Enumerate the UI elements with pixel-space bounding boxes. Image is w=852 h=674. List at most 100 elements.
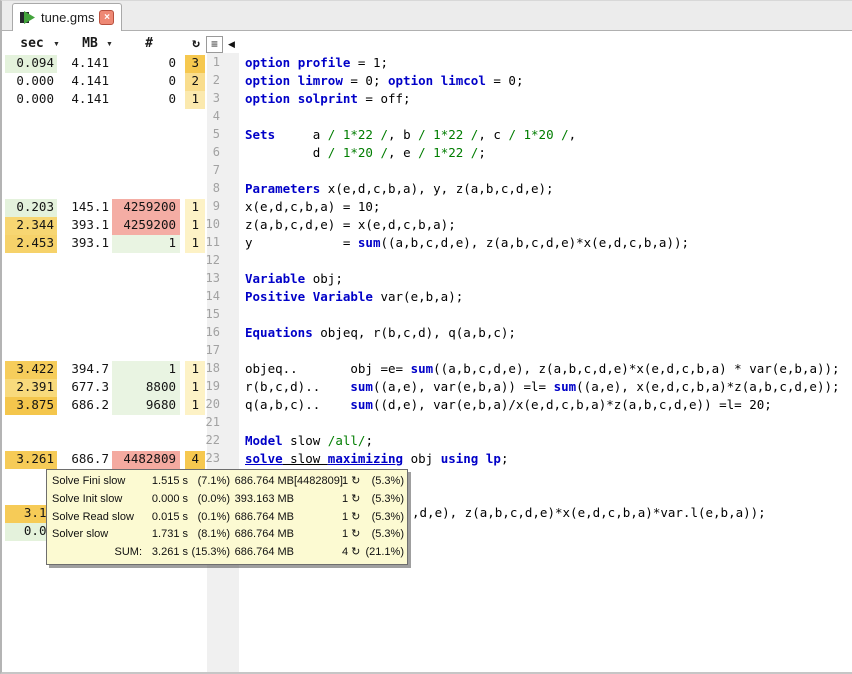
- tooltip-count: [4482809]: [294, 473, 342, 491]
- code-line-11: y = sum((a,b,c,d,e), z(a,b,c,d,e)*x(e,d,…: [245, 235, 689, 253]
- code-token: option: [388, 73, 433, 88]
- tab-tune-gms[interactable]: tune.gms ×: [12, 3, 122, 31]
- mb-cell-line-3: 4.141: [60, 91, 110, 109]
- code-token: Equations: [245, 325, 313, 340]
- code-token: ;: [501, 451, 509, 466]
- tooltip-memory: 686.764 MB: [230, 526, 294, 544]
- code-token: y =: [245, 235, 358, 250]
- loop-count-icon[interactable]: ↻: [187, 35, 205, 53]
- mb-sort-dropdown-icon[interactable]: ▼: [106, 40, 113, 50]
- code-line-23: solve slow maximizing obj using lp;: [245, 451, 508, 469]
- code-token: maximizing: [328, 451, 403, 466]
- code-line-9: x(e,d,c,b,a) = 10;: [245, 199, 380, 217]
- code-token: [290, 73, 298, 88]
- line-number-11: 11: [188, 235, 220, 253]
- count-cell-line-10: 4259200: [112, 217, 180, 235]
- count-cell-line-11: 1: [112, 235, 180, 253]
- column-header-mb[interactable]: MB: [70, 35, 110, 53]
- code-line-3: option solprint = off;: [245, 91, 411, 109]
- code-token: / 1*22 /: [328, 127, 388, 142]
- code-token: [478, 451, 486, 466]
- line-number-14: 14: [188, 289, 220, 307]
- tooltip-memory: 393.163 MB: [230, 491, 294, 509]
- code-token: = 0;: [343, 73, 388, 88]
- hamburger-icon: ≡: [211, 37, 218, 51]
- code-token: ;: [365, 433, 373, 448]
- code-token: objeq.. obj =e=: [245, 361, 411, 376]
- tooltip-phase-name: SUM:: [52, 544, 142, 562]
- gams-studio-window: tune.gms × sec ▼ MB ▼ # ↻ ≡ ◀ 0.0944.141…: [0, 0, 852, 674]
- code-line-16: Equations objeq, r(b,c,d), q(a,b,c);: [245, 325, 516, 343]
- tooltip-time: 0.000 s: [142, 491, 188, 509]
- tooltip-row: Solver slow1.731 s(8.1%)686.764 MB1 ↻(5.…: [52, 526, 402, 544]
- code-token: ((a,b,c,d,e), z(a,b,c,d,e)*x(e,d,c,b,a))…: [380, 235, 689, 250]
- code-token: obj;: [305, 271, 343, 286]
- mb-cell-line-19: 677.3: [60, 379, 110, 397]
- code-token: = 0;: [486, 73, 524, 88]
- code-token: , e: [388, 145, 418, 160]
- line-number-23: 23: [188, 451, 220, 469]
- line-number-2: 2: [188, 73, 220, 91]
- mb-cell-line-20: 686.2: [60, 397, 110, 415]
- code-line-20: q(a,b,c).. sum((d,e), var(e,b,a)/x(e,d,c…: [245, 397, 772, 415]
- collapse-panel-icon[interactable]: ◀: [228, 39, 235, 50]
- mb-cell-line-1: 4.141: [60, 55, 110, 73]
- code-token: using: [441, 451, 479, 466]
- code-token: , b: [388, 127, 418, 142]
- gams-file-icon: [20, 10, 36, 25]
- column-header-sec[interactable]: sec: [12, 35, 52, 53]
- code-token: / 1*20 /: [328, 145, 388, 160]
- tooltip-count: [294, 491, 342, 509]
- tooltip-phase-name: Solve Init slow: [52, 491, 142, 509]
- profiler-menu-button[interactable]: ≡: [206, 36, 223, 53]
- line-number-20: 20: [188, 397, 220, 415]
- column-header-count[interactable]: #: [141, 35, 157, 53]
- line-number-17: 17: [188, 343, 220, 361]
- code-token: sum: [350, 379, 373, 394]
- tooltip-phase-name: Solver slow: [52, 526, 142, 544]
- code-token: [433, 73, 441, 88]
- line-number-19: 19: [188, 379, 220, 397]
- tooltip-time-percent: (0.1%): [188, 509, 230, 527]
- code-token: x(e,d,c,b,a), y, z(a,b,c,d,e);: [320, 181, 553, 196]
- tooltip-time-percent: (15.3%): [188, 544, 230, 562]
- code-token: option: [245, 55, 290, 70]
- code-line-18: objeq.. obj =e= sum((a,b,c,d,e), z(a,b,c…: [245, 361, 840, 379]
- tooltip-row: Solve Fini slow1.515 s(7.1%)686.764 MB[4…: [52, 473, 402, 491]
- code-token: profile: [298, 55, 351, 70]
- tooltip-row: SUM:3.261 s(15.3%)686.764 MB4 ↻(21.1%): [52, 544, 402, 562]
- sec-sort-dropdown-icon[interactable]: ▼: [53, 40, 60, 50]
- count-cell-line-23: 4482809: [112, 451, 180, 469]
- tooltip-rows: Solve Fini slow1.515 s(7.1%)686.764 MB[4…: [52, 473, 402, 562]
- sec-cell-line-20: 3.875: [5, 397, 57, 415]
- sec-cell-line-1: 0.094: [5, 55, 57, 73]
- code-token: a: [275, 127, 328, 142]
- code-token: d: [245, 145, 328, 160]
- count-cell-line-2: 0: [112, 73, 180, 91]
- code-token: obj: [403, 451, 441, 466]
- code-token: Parameters: [245, 181, 320, 196]
- code-token: limrow: [298, 73, 343, 88]
- mb-cell-line-11: 393.1: [60, 235, 110, 253]
- tooltip-memory: 686.764 MB: [230, 473, 294, 491]
- code-token: r(b,c,d)..: [245, 379, 350, 394]
- tooltip-time: 3.261 s: [142, 544, 188, 562]
- code-token: ,: [569, 127, 577, 142]
- code-token: slow: [283, 451, 328, 466]
- code-token: [290, 91, 298, 106]
- mb-cell-line-9: 145.1: [60, 199, 110, 217]
- count-cell-line-9: 4259200: [112, 199, 180, 217]
- code-line-5: Sets a / 1*22 /, b / 1*22 /, c / 1*20 /,: [245, 127, 576, 145]
- code-line-19: r(b,c,d).. sum((a,e), var(e,b,a)) =l= su…: [245, 379, 840, 397]
- tooltip-count: [294, 509, 342, 527]
- code-token: Sets: [245, 127, 275, 142]
- code-token: option: [245, 91, 290, 106]
- code-line-26: ,d,e), z(a,b,c,d,e)*x(e,d,c,b,a)*var.l(e…: [412, 505, 766, 523]
- sec-cell-line-18: 3.422: [5, 361, 57, 379]
- code-line-8: Parameters x(e,d,c,b,a), y, z(a,b,c,d,e)…: [245, 181, 554, 199]
- tab-close-icon[interactable]: ×: [99, 10, 114, 25]
- tooltip-loops-percent: (5.3%): [360, 473, 404, 491]
- tooltip-time-percent: (7.1%): [188, 473, 230, 491]
- code-token: sum: [358, 235, 381, 250]
- code-line-6: d / 1*20 /, e / 1*22 /;: [245, 145, 486, 163]
